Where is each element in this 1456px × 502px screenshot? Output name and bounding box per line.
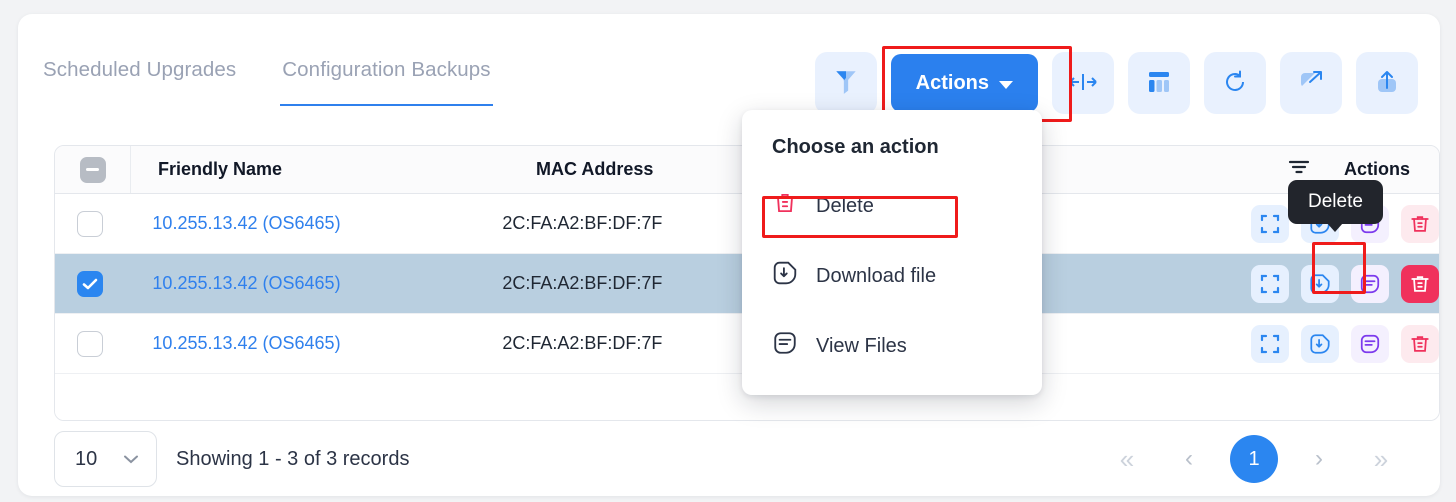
cell-friendly-name[interactable]: 10.255.13.42 (OS6465): [125, 333, 502, 354]
chevron-down-icon: [122, 448, 140, 471]
records-count-label: Showing 1 - 3 of 3 records: [176, 448, 409, 471]
table-footer: 10 Showing 1 - 3 of 3 records « ‹ 1 › »: [54, 431, 1412, 487]
menu-item-download-label: Download file: [816, 265, 936, 288]
tab-bar: Scheduled Upgrades Configuration Backups: [41, 58, 493, 106]
actions-button-label: Actions: [916, 72, 989, 95]
view-files-icon[interactable]: [1351, 325, 1389, 363]
tab-scheduled-upgrades[interactable]: Scheduled Upgrades: [41, 58, 238, 104]
delete-tooltip: Delete: [1288, 180, 1383, 224]
refresh-button[interactable]: [1204, 52, 1266, 114]
menu-item-view-files[interactable]: View Files: [742, 323, 1042, 369]
row-select-cell: [55, 194, 125, 253]
funnel-filter-icon: [833, 68, 859, 99]
tab-configuration-backups[interactable]: Configuration Backups: [280, 58, 492, 106]
menu-item-delete[interactable]: Delete: [742, 183, 1042, 229]
delete-icon[interactable]: [1401, 265, 1439, 303]
menu-item-download-file[interactable]: Download file: [742, 253, 1042, 299]
pagination-page-1[interactable]: 1: [1230, 435, 1278, 483]
chevron-down-icon: [999, 81, 1013, 89]
pagination-prev-button[interactable]: ‹: [1158, 431, 1220, 487]
pagination-first-button[interactable]: «: [1096, 431, 1158, 487]
filter-button[interactable]: [815, 52, 877, 114]
columns-button[interactable]: [1128, 52, 1190, 114]
delete-icon[interactable]: [1401, 205, 1439, 243]
pagination: « ‹ 1 › »: [1096, 431, 1412, 487]
pagination-last-button[interactable]: »: [1350, 431, 1412, 487]
cell-row-actions: [1241, 325, 1439, 363]
fit-columns-icon: [1068, 70, 1098, 97]
download-icon[interactable]: [1301, 325, 1339, 363]
expand-icon[interactable]: [1251, 265, 1289, 303]
row-checkbox[interactable]: [77, 331, 103, 357]
actions-button[interactable]: Actions: [891, 54, 1038, 112]
open-external-button[interactable]: [1280, 52, 1342, 114]
download-icon[interactable]: [1301, 265, 1339, 303]
app-page: Scheduled Upgrades Configuration Backups…: [0, 0, 1456, 502]
file-view-icon: [772, 330, 798, 362]
menu-item-view-files-label: View Files: [816, 335, 907, 358]
actions-dropdown-menu: Choose an action Delete Download file: [742, 110, 1042, 395]
dropdown-title: Choose an action: [742, 132, 1042, 159]
menu-item-delete-label: Delete: [816, 195, 874, 218]
select-all-cell: [55, 146, 131, 193]
view-files-icon[interactable]: [1351, 265, 1389, 303]
row-select-cell: [55, 254, 125, 313]
row-checkbox[interactable]: [77, 271, 103, 297]
trash-icon: [772, 190, 798, 222]
row-checkbox[interactable]: [77, 211, 103, 237]
select-all-checkbox[interactable]: [80, 157, 106, 183]
delete-icon[interactable]: [1401, 325, 1439, 363]
cell-row-actions: [1241, 265, 1439, 303]
actions-button-wrap: Actions: [891, 54, 1038, 112]
open-external-icon: [1297, 68, 1325, 99]
pagination-next-button[interactable]: ›: [1288, 431, 1350, 487]
columns-icon: [1146, 69, 1172, 98]
page-size-value: 10: [75, 448, 97, 471]
fit-columns-button[interactable]: [1052, 52, 1114, 114]
expand-icon[interactable]: [1251, 205, 1289, 243]
file-download-icon: [772, 260, 798, 292]
expand-icon[interactable]: [1251, 325, 1289, 363]
refresh-icon: [1221, 68, 1249, 99]
upload-icon: [1373, 68, 1401, 99]
sort-filter-icon[interactable]: [1286, 157, 1312, 182]
column-header-friendly-name[interactable]: Friendly Name: [131, 146, 536, 193]
cell-friendly-name[interactable]: 10.255.13.42 (OS6465): [125, 213, 502, 234]
row-select-cell: [55, 314, 125, 373]
upload-button[interactable]: [1356, 52, 1418, 114]
content-card: Scheduled Upgrades Configuration Backups…: [18, 14, 1440, 496]
toolbar: Actions: [815, 52, 1418, 114]
cell-friendly-name[interactable]: 10.255.13.42 (OS6465): [125, 273, 502, 294]
page-size-select[interactable]: 10: [54, 431, 157, 487]
